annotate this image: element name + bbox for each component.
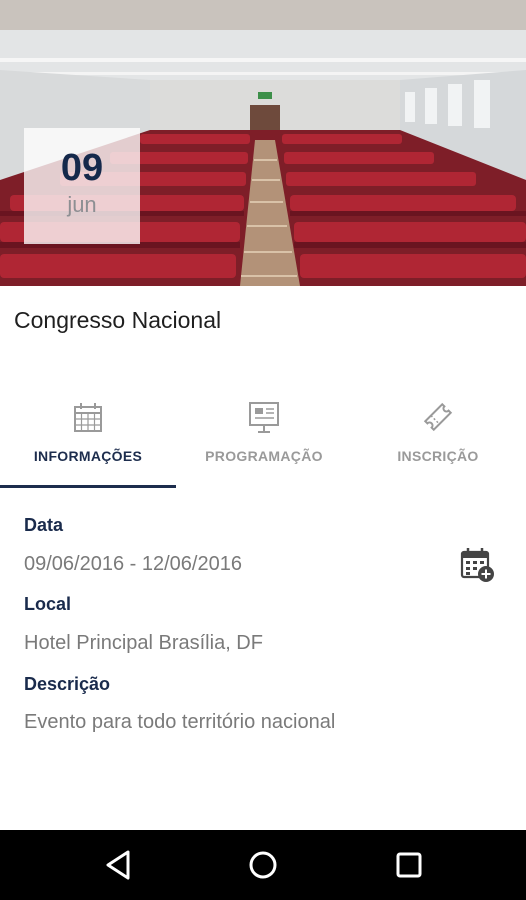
recents-square-icon[interactable] [391, 847, 427, 883]
location-value: Hotel Principal Brasília, DF [24, 632, 263, 654]
presentation-icon [249, 402, 279, 433]
tab-inscricao-label: INSCRIÇÃO [397, 448, 479, 464]
calendar-icon [74, 403, 102, 432]
tab-bar: INFORMAÇÕES PROGRAMAÇÃO INSCRIÇÃO [0, 392, 526, 488]
tab-programacao-label: PROGRAMAÇÃO [205, 448, 323, 464]
tab-programacao[interactable]: PROGRAMAÇÃO [176, 392, 352, 488]
active-tab-indicator [0, 485, 176, 488]
tab-inscricao[interactable]: INSCRIÇÃO [350, 392, 526, 488]
tab-informacoes[interactable]: INFORMAÇÕES [0, 392, 176, 488]
description-value: Evento para todo território nacional [24, 711, 336, 733]
event-day: 09 [60, 147, 104, 189]
status-bar [0, 0, 526, 30]
event-date-badge: 09 jun [24, 128, 140, 244]
event-banner-image: 09 jun [0, 30, 526, 286]
home-circle-icon[interactable] [245, 847, 281, 883]
back-triangle-icon[interactable] [100, 847, 136, 883]
description-label: Descrição [24, 674, 111, 694]
event-title: Congresso Nacional [14, 307, 222, 333]
add-to-calendar-icon[interactable] [458, 546, 496, 584]
ticket-icon [423, 402, 453, 432]
event-month: jun [67, 192, 97, 217]
date-label: Data [24, 515, 64, 535]
date-value: 09/06/2016 - 12/06/2016 [24, 553, 242, 575]
system-navigation-bar [0, 830, 526, 900]
tab-informacoes-label: INFORMAÇÕES [33, 448, 143, 464]
location-label: Local [24, 594, 72, 614]
